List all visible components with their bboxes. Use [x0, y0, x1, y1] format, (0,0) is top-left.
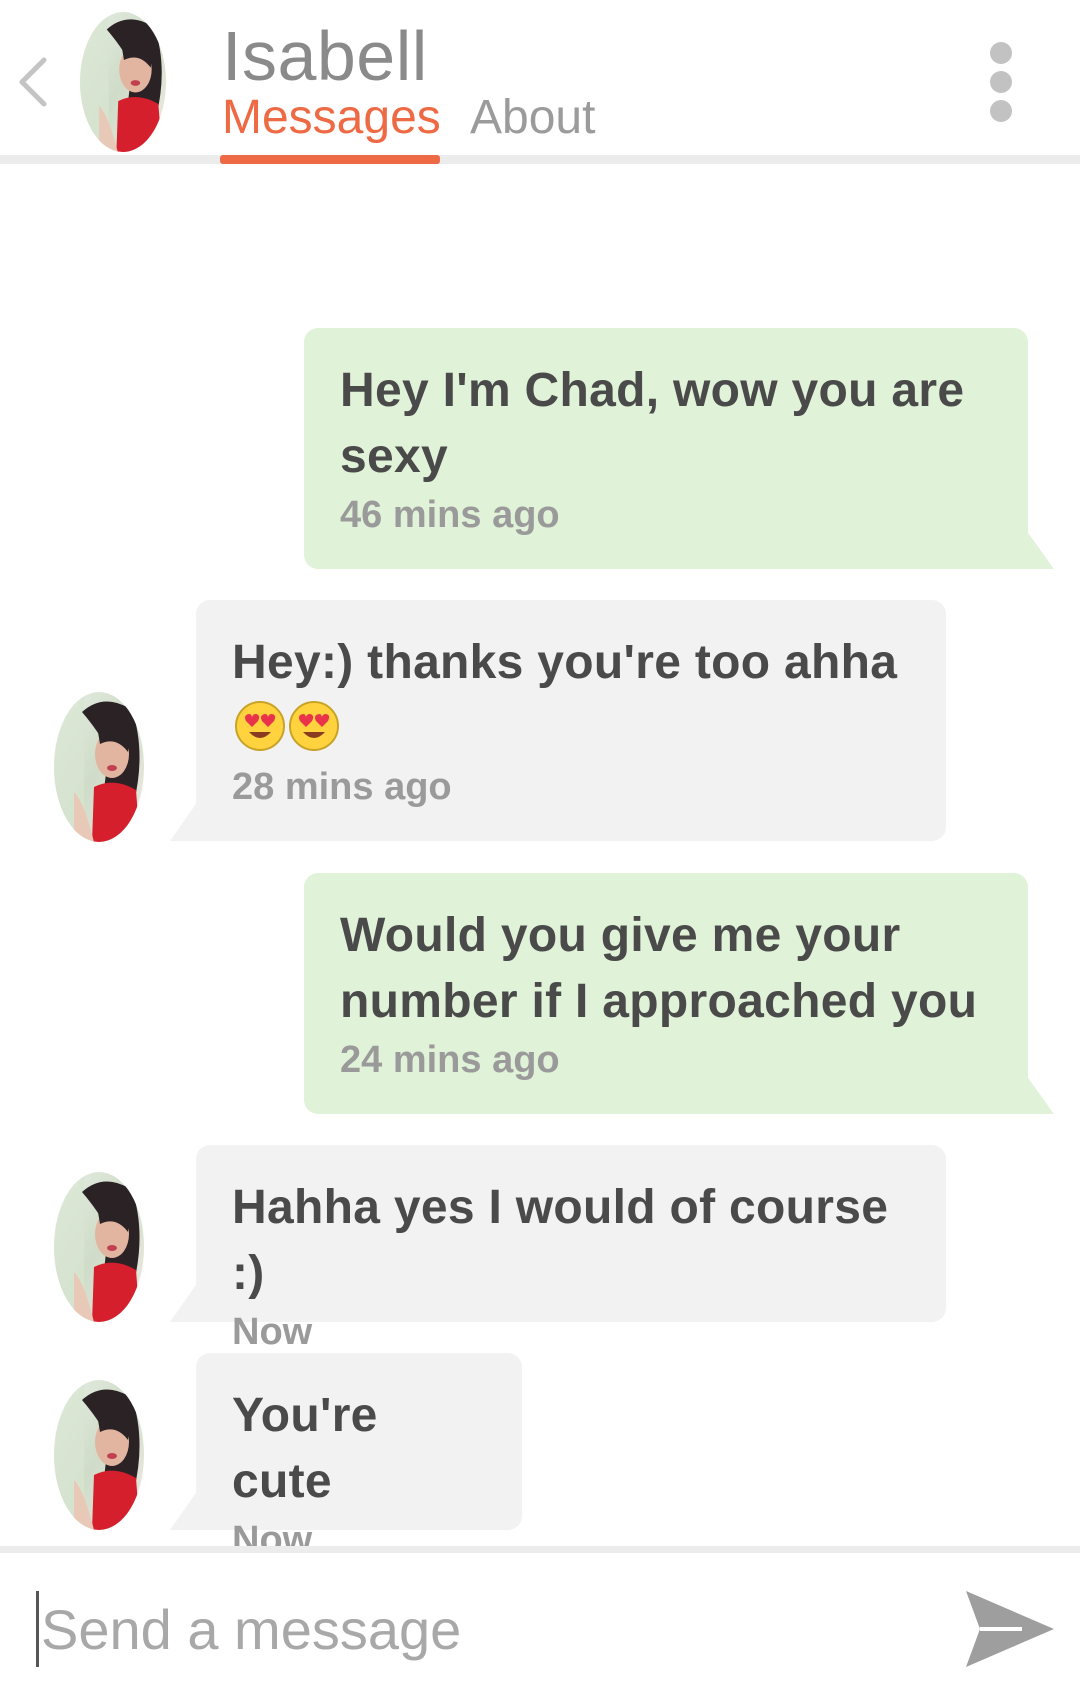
- composer-divider: [0, 1546, 1080, 1553]
- message-timestamp: 28 mins ago: [232, 766, 452, 808]
- message-timestamp: Now: [232, 1311, 313, 1353]
- message-input[interactable]: [36, 1591, 901, 1667]
- menu-dot: [990, 100, 1012, 122]
- bubble-tail: [170, 1490, 210, 1530]
- bubble-tail: [170, 1282, 210, 1322]
- menu-dot: [990, 71, 1012, 93]
- message-timestamp: 46 mins ago: [340, 494, 560, 536]
- message-bubble-sent: Hey I'm Chad, wow you are sexy 46 mins a…: [304, 328, 1028, 569]
- bubble-tail: [1000, 1075, 1054, 1114]
- message-bubble-sent: Would you give me your number if I appro…: [304, 873, 1028, 1114]
- message-composer: [0, 1553, 1080, 1700]
- chat-header: Isabell Messages About: [0, 0, 1080, 160]
- message-text: Hey:) thanks you're too ahha: [232, 630, 910, 762]
- sender-avatar[interactable]: [54, 1380, 144, 1530]
- message-text: Would you give me your number if I appro…: [340, 909, 978, 1028]
- message-text: Hey I'm Chad, wow you are sexy: [340, 364, 965, 483]
- header-divider: [0, 155, 1080, 164]
- bubble-tail: [170, 801, 210, 841]
- menu-dot: [990, 42, 1012, 64]
- sender-avatar[interactable]: [54, 692, 144, 842]
- chevron-left-icon[interactable]: [10, 52, 54, 112]
- message-text-content: Hey:) thanks you're too ahha: [232, 636, 898, 689]
- message-text: You're cute: [232, 1389, 378, 1508]
- message-bubble-received: You're cute Now: [196, 1353, 522, 1561]
- tab-about[interactable]: About: [470, 90, 595, 146]
- bubble-tail: [1000, 530, 1054, 569]
- message-timestamp: 24 mins ago: [340, 1039, 560, 1081]
- send-icon[interactable]: [962, 1581, 1058, 1677]
- contact-avatar[interactable]: [80, 12, 166, 152]
- message-bubble-received: Hey:) thanks you're too ahha 28 mins ago: [196, 600, 946, 841]
- heart-eyes-emoji: [235, 701, 285, 751]
- active-tab-indicator: [220, 155, 440, 164]
- heart-eyes-emoji: [289, 701, 339, 751]
- tab-messages[interactable]: Messages: [222, 90, 441, 146]
- contact-name: Isabell: [222, 17, 428, 95]
- message-bubble-received: Hahha yes I would of course :) Now: [196, 1145, 946, 1353]
- message-text: Hahha yes I would of course :): [232, 1181, 889, 1300]
- sender-avatar[interactable]: [54, 1172, 144, 1322]
- more-vertical-icon[interactable]: [990, 42, 1014, 122]
